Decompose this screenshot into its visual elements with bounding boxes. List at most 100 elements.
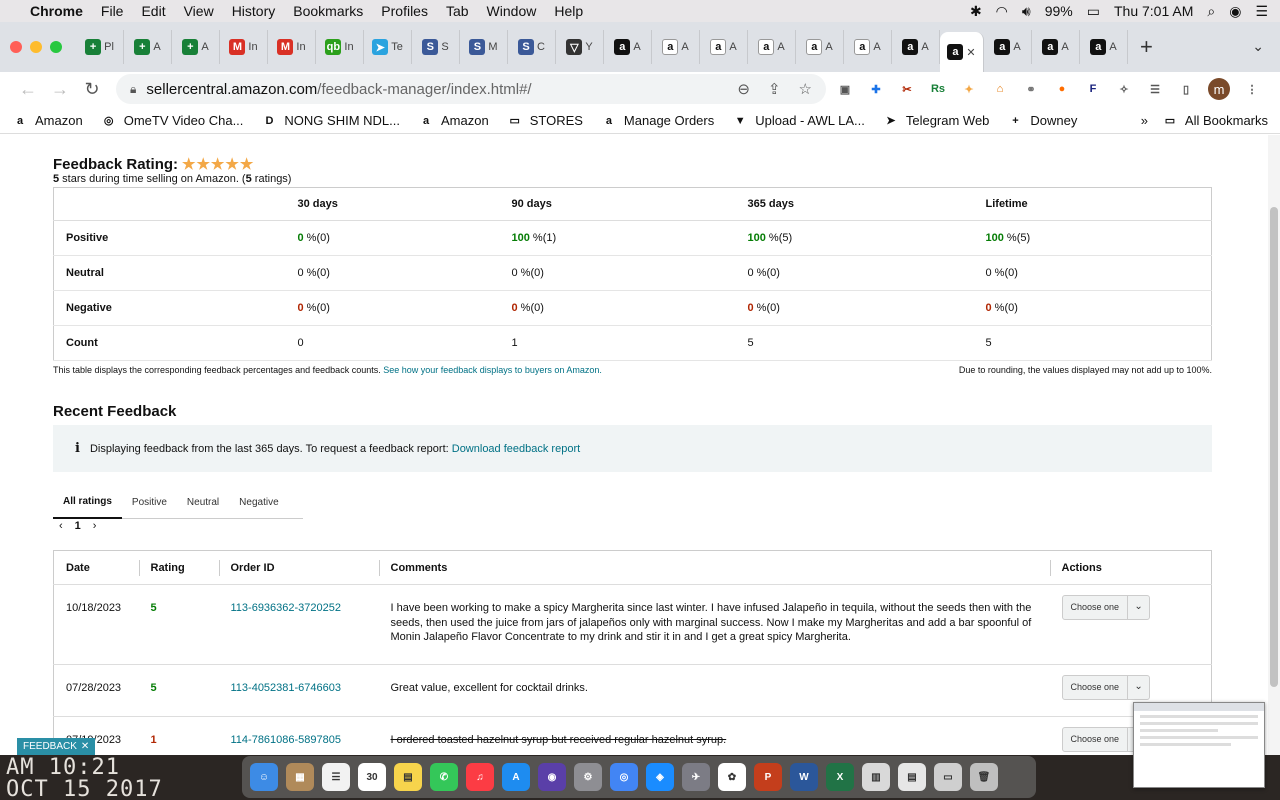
reload-button[interactable]: ↻ (76, 79, 108, 100)
side-panel-icon[interactable]: ▯ (1177, 80, 1195, 98)
dock-app-icon[interactable]: ✆ (430, 763, 458, 791)
new-tab-button[interactable]: + (1140, 34, 1153, 60)
extension-rs-icon[interactable]: Rs (929, 80, 947, 98)
battery-icon[interactable]: ▭ (1087, 3, 1100, 20)
all-bookmarks-button[interactable]: ▭ All Bookmarks (1162, 113, 1268, 129)
dock-app-icon[interactable]: ▭ (934, 763, 962, 791)
order-id-link[interactable]: 113-4052381-6746603 (231, 682, 342, 694)
download-feedback-report-link[interactable]: Download feedback report (452, 443, 580, 455)
browser-tab[interactable]: aA (984, 30, 1032, 64)
extension-f-icon[interactable]: F (1084, 80, 1102, 98)
extensions-puzzle-icon[interactable]: ✧ (1115, 80, 1133, 98)
reading-list-icon[interactable]: ☰ (1146, 80, 1164, 98)
menu-help[interactable]: Help (554, 3, 583, 19)
wifi-icon[interactable]: ◠ (996, 3, 1008, 20)
extension-link-icon[interactable]: ⚭ (1022, 80, 1040, 98)
menu-bookmarks[interactable]: Bookmarks (293, 3, 363, 19)
bookmark-item[interactable]: a Manage Orders (601, 113, 714, 129)
browser-tab[interactable]: qb In (316, 30, 364, 64)
back-button[interactable]: ← (12, 79, 44, 100)
dock-app-icon[interactable]: P (754, 763, 782, 791)
dock-app-icon[interactable]: ▤ (898, 763, 926, 791)
page-scrollbar[interactable] (1268, 135, 1280, 755)
menu-file[interactable]: File (101, 3, 124, 19)
browser-tab[interactable]: aA (652, 30, 700, 64)
scrollbar-thumb[interactable] (1270, 207, 1278, 687)
address-bar[interactable]: 🔒︎ sellercentral.amazon.com/feedback-man… (116, 74, 826, 104)
control-center-icon[interactable]: ☰ (1255, 3, 1268, 20)
bookmark-item[interactable]: ➤ Telegram Web (883, 113, 989, 129)
prev-page-chevron-icon[interactable]: ‹ (59, 520, 63, 532)
browser-tab[interactable]: aA (844, 30, 892, 64)
tab-neutral[interactable]: Neutral (177, 487, 229, 519)
dock-app-icon[interactable]: A (502, 763, 530, 791)
siri-icon[interactable]: ◉ (1229, 3, 1241, 20)
dock-app-icon[interactable]: ☰ (322, 763, 350, 791)
browser-tab[interactable]: aA (796, 30, 844, 64)
forward-button[interactable]: → (44, 79, 76, 100)
bluetooth-icon[interactable]: ✱ (970, 3, 982, 20)
dock-app-icon[interactable]: X (826, 763, 854, 791)
browser-tab[interactable]: + A (124, 30, 172, 64)
dock-app-icon[interactable]: ♫ (466, 763, 494, 791)
bookmark-star-icon[interactable]: ☆ (799, 80, 812, 98)
browser-tab[interactable]: M In (220, 30, 268, 64)
browser-tab[interactable]: SS (412, 30, 460, 64)
dock-app-icon[interactable]: ✿ (718, 763, 746, 791)
tab-all-ratings[interactable]: All ratings (53, 487, 122, 519)
minimize-window-button[interactable] (30, 41, 42, 53)
close-icon[interactable]: ✕ (81, 741, 89, 752)
dock-app-icon[interactable]: 30 (358, 763, 386, 791)
browser-tab[interactable]: ➤ Te (364, 30, 412, 64)
extension-blue-cross-icon[interactable]: ✚ (867, 80, 885, 98)
browser-tab[interactable]: aA (892, 30, 940, 64)
feedback-display-link[interactable]: See how your feedback displays to buyers… (383, 365, 602, 375)
spotlight-search-icon[interactable]: ⌕ (1207, 3, 1215, 20)
menu-app-name[interactable]: Chrome (30, 3, 83, 19)
dock-app-icon[interactable]: ⚙ (574, 763, 602, 791)
dock-app-icon[interactable]: W (790, 763, 818, 791)
bookmark-item[interactable]: ▭ STORES (507, 113, 583, 129)
bookmark-item[interactable]: D NONG SHIM NDL... (261, 113, 400, 129)
dock-app-icon[interactable]: ◉ (538, 763, 566, 791)
browser-tab[interactable]: aA (700, 30, 748, 64)
menu-edit[interactable]: Edit (141, 3, 165, 19)
dock-app-icon[interactable]: ◎ (610, 763, 638, 791)
dock-app-icon[interactable]: 🗑 (970, 763, 998, 791)
zoom-icon[interactable]: ⊖ (737, 80, 750, 98)
bookmark-item[interactable]: ◎ OmeTV Video Cha... (101, 113, 244, 129)
browser-tab[interactable]: aA (604, 30, 652, 64)
browser-tab[interactable]: aA (1080, 30, 1128, 64)
bookmark-item[interactable]: a Amazon (12, 113, 83, 129)
bookmarks-overflow-icon[interactable]: » (1141, 113, 1148, 128)
menu-tab[interactable]: Tab (446, 3, 469, 19)
extension-off-badge-icon[interactable]: ⌂ (991, 80, 1009, 98)
feedback-widget-button[interactable]: FEEDBACK ✕ (17, 738, 96, 755)
tab-search-chevron-icon[interactable]: ⌄ (1252, 38, 1264, 55)
menubar-clock[interactable]: Thu 7:01 AM (1114, 3, 1193, 19)
volume-icon[interactable]: 🔊︎ (1022, 3, 1031, 20)
battery-percent[interactable]: 99% (1045, 3, 1073, 19)
browser-tab[interactable]: ▽ Y (556, 30, 604, 64)
lock-icon[interactable]: 🔒︎ (130, 82, 136, 97)
menu-view[interactable]: View (184, 3, 214, 19)
dock-app-icon[interactable]: ▦ (286, 763, 314, 791)
browser-tab[interactable]: aA (1032, 30, 1080, 64)
bookmark-item[interactable]: ▼ Upload - AWL LA... (732, 113, 865, 129)
zoom-window-button[interactable] (50, 41, 62, 53)
dock-app-icon[interactable]: ▥ (862, 763, 890, 791)
dock-app-icon[interactable]: ✈ (682, 763, 710, 791)
browser-menu-icon[interactable]: ⋮ (1243, 80, 1261, 98)
close-tab-icon[interactable]: ✕ (966, 46, 975, 59)
dock-app-icon[interactable]: ◈ (646, 763, 674, 791)
close-window-button[interactable] (10, 41, 22, 53)
menu-window[interactable]: Window (487, 3, 537, 19)
dock-app-icon[interactable]: ☺ (250, 763, 278, 791)
next-page-chevron-icon[interactable]: › (93, 520, 97, 532)
choose-action-dropdown[interactable]: Choose one ⌄ (1061, 595, 1151, 620)
extension-orange-circle-icon[interactable]: ● (1053, 80, 1071, 98)
dock-app-icon[interactable]: ▤ (394, 763, 422, 791)
browser-tab[interactable]: + A (172, 30, 220, 64)
share-icon[interactable]: ⇪ (768, 80, 781, 98)
tab-negative[interactable]: Negative (229, 487, 288, 519)
